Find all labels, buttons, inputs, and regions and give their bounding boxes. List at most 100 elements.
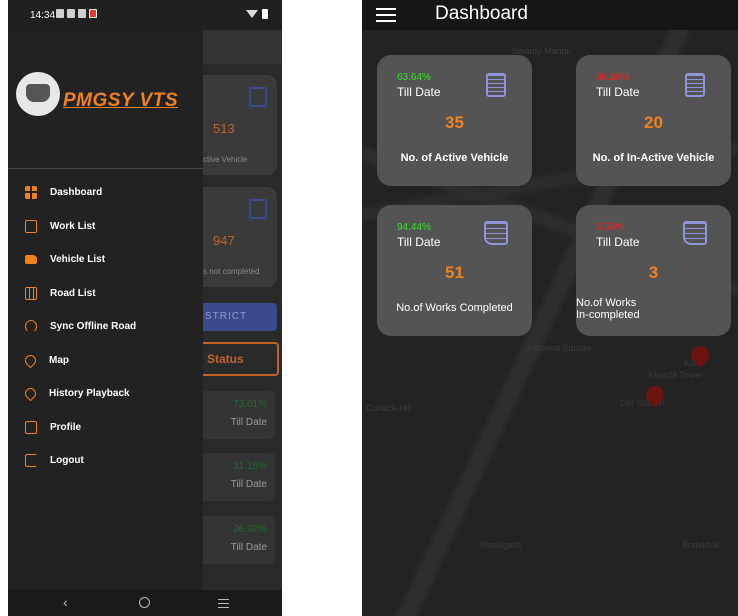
left-phone-screen: 14:34 513 ctive Vehicle 947 s not comple… bbox=[8, 0, 282, 616]
brand-title: PMGSY VTS bbox=[63, 90, 179, 111]
row-till-date: Till Date bbox=[230, 479, 267, 490]
clipboard-icon bbox=[486, 73, 506, 97]
menu-item-label: Dashboard bbox=[50, 187, 103, 199]
card-value: 51 bbox=[445, 263, 464, 282]
row-percent: 26.92% bbox=[233, 524, 267, 535]
row-till-date: Till Date bbox=[230, 417, 267, 428]
recent-apps-icon[interactable] bbox=[218, 599, 229, 608]
system-nav-bar: ‹ bbox=[8, 590, 282, 616]
home-icon[interactable] bbox=[139, 597, 150, 608]
wifi-icon bbox=[246, 10, 258, 18]
menu-item-work-list[interactable]: Work List bbox=[8, 210, 203, 244]
card-value: 3 bbox=[648, 263, 659, 282]
menu-item-map[interactable]: Map bbox=[8, 344, 203, 378]
menu-item-logout[interactable]: Logout bbox=[8, 444, 203, 478]
card-till-date: Till Date bbox=[397, 85, 441, 99]
card-value: 35 bbox=[445, 113, 464, 132]
history-icon bbox=[22, 385, 39, 402]
menu-icon[interactable] bbox=[376, 8, 396, 22]
menu-item-label: Logout bbox=[50, 455, 84, 467]
map-label: Khurda Tower bbox=[648, 370, 704, 380]
logout-icon bbox=[25, 454, 37, 468]
road-icon bbox=[25, 286, 37, 300]
card-till-date: Till Date bbox=[596, 235, 640, 249]
background-card-value: 947 bbox=[213, 233, 235, 248]
clipboard-icon bbox=[685, 73, 705, 97]
work-list-icon bbox=[25, 219, 37, 233]
emblem-icon bbox=[16, 72, 60, 116]
menu-item-label: Vehicle List bbox=[50, 254, 106, 266]
row-till-date: Till Date bbox=[230, 542, 267, 553]
system-icons bbox=[246, 9, 268, 19]
navigation-drawer: PMGSY VTS Dashboard Work List Vehicle Li… bbox=[8, 30, 203, 590]
map-label: Cuttack Hill bbox=[366, 403, 412, 413]
card-percent: 63.64% bbox=[397, 72, 431, 83]
drawer-menu: Dashboard Work List Vehicle List Road Li… bbox=[8, 176, 203, 478]
menu-item-vehicle-list[interactable]: Vehicle List bbox=[8, 243, 203, 277]
menu-item-label: Profile bbox=[50, 421, 82, 433]
stat-card-active-vehicle[interactable]: 63.64% Till Date 35 No. of Active Vehicl… bbox=[377, 55, 532, 186]
background-header bbox=[203, 30, 282, 64]
background-row: 73.01% Till Date bbox=[203, 391, 275, 439]
stat-card-works-incompleted[interactable]: 5.56% Till Date 3 No.of Works In-complet… bbox=[576, 205, 731, 336]
clipboard-icon bbox=[249, 87, 267, 107]
menu-item-label: Sync Offline Road bbox=[50, 321, 137, 333]
status-time: 14:34 bbox=[30, 10, 56, 21]
drawer-header: PMGSY VTS bbox=[8, 30, 203, 168]
map-label: Bomikhal bbox=[682, 540, 720, 550]
menu-item-label: History Playback bbox=[49, 388, 130, 400]
card-percent: 5.56% bbox=[596, 222, 625, 233]
menu-item-profile[interactable]: Profile bbox=[8, 411, 203, 445]
map-label: Rasulgarh bbox=[480, 540, 522, 550]
menu-item-dashboard[interactable]: Dashboard bbox=[8, 176, 203, 210]
list-icon bbox=[249, 199, 267, 219]
row-percent: 73.01% bbox=[233, 399, 267, 410]
menu-item-history-playback[interactable]: History Playback bbox=[8, 377, 203, 411]
background-card: 947 s not completed bbox=[203, 187, 277, 287]
district-button[interactable]: STRICT bbox=[203, 303, 277, 331]
divider bbox=[8, 168, 203, 169]
menu-item-label: Road List bbox=[50, 287, 96, 299]
card-caption: No.of Works Completed bbox=[396, 302, 513, 314]
map-label: Kalpana Square bbox=[527, 343, 592, 353]
card-caption: No.of Works In-completed bbox=[576, 297, 640, 321]
menu-item-label: Map bbox=[49, 354, 69, 366]
notification-icon bbox=[78, 9, 86, 18]
right-phone-screen: Swamy Mandir Kuhi Kalpana Square Khurda … bbox=[362, 0, 738, 616]
card-caption: No. of In-Active Vehicle bbox=[592, 152, 715, 164]
card-till-date: Till Date bbox=[397, 235, 441, 249]
background-row: 26.92% Till Date bbox=[203, 516, 275, 564]
page-title: Dashboard bbox=[435, 3, 528, 24]
status-button[interactable]: Status bbox=[203, 342, 279, 376]
sync-icon bbox=[25, 320, 37, 334]
menu-item-sync-offline-road[interactable]: Sync Offline Road bbox=[8, 310, 203, 344]
stat-card-works-completed[interactable]: 94.44% Till Date 51 No.of Works Complete… bbox=[377, 205, 532, 336]
truck-icon bbox=[25, 255, 37, 265]
battery-icon bbox=[262, 9, 268, 19]
back-icon[interactable]: ‹ bbox=[63, 594, 68, 610]
checklist-icon bbox=[484, 221, 508, 245]
menu-item-label: Work List bbox=[50, 220, 96, 232]
background-card-value: 513 bbox=[213, 121, 235, 136]
card-caption: No. of Active Vehicle bbox=[400, 152, 509, 164]
notification-icons bbox=[56, 9, 97, 18]
stat-card-inactive-vehicle[interactable]: 36.36% Till Date 20 No. of In-Active Veh… bbox=[576, 55, 731, 186]
profile-icon bbox=[25, 420, 37, 434]
notification-icon bbox=[67, 9, 75, 18]
background-card-caption: s not completed bbox=[203, 267, 260, 276]
status-bar: 14:34 bbox=[8, 0, 282, 30]
card-till-date: Till Date bbox=[596, 85, 640, 99]
map-icon bbox=[22, 352, 39, 369]
menu-item-road-list[interactable]: Road List bbox=[8, 277, 203, 311]
background-card: 513 ctive Vehicle bbox=[203, 75, 277, 175]
background-row: 31.15% Till Date bbox=[203, 453, 275, 501]
card-percent: 94.44% bbox=[397, 222, 431, 233]
notification-icon bbox=[56, 9, 64, 18]
background-card-caption: ctive Vehicle bbox=[203, 155, 248, 164]
checklist-icon bbox=[683, 221, 707, 245]
card-percent: 36.36% bbox=[596, 72, 630, 83]
notification-icon bbox=[89, 9, 97, 18]
card-value: 20 bbox=[644, 113, 663, 132]
row-percent: 31.15% bbox=[233, 461, 267, 472]
grid-icon bbox=[25, 186, 37, 200]
